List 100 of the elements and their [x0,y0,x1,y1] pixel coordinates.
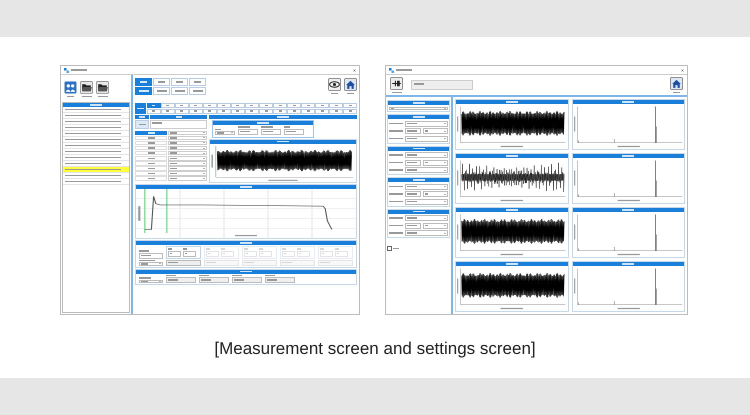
input-field[interactable] [261,128,281,134]
setting-number[interactable] [273,108,287,114]
caption: [Measurement screen and settings screen] [214,339,536,359]
dropdown[interactable] [423,222,448,228]
dropdown[interactable] [405,152,448,158]
setting-number[interactable] [287,103,301,108]
file-row[interactable] [63,167,129,173]
setting-number[interactable] [301,108,315,114]
dropdown[interactable] [405,230,448,236]
step-dropdown[interactable] [168,146,207,150]
setting-number[interactable] [161,108,175,114]
dropdown[interactable] [389,106,448,110]
setting-number[interactable] [259,108,273,114]
dropdown[interactable] [423,128,448,134]
step-dropdown[interactable] [168,130,207,136]
input-field[interactable] [405,160,421,166]
dropdown[interactable] [139,262,163,266]
dropdown[interactable] [405,198,448,204]
file-row[interactable] [63,131,129,137]
setting-number[interactable] [315,103,329,108]
step-dropdown[interactable] [168,176,207,181]
step-dropdown[interactable] [168,156,207,161]
toolbar-button[interactable] [390,77,403,93]
file-row[interactable] [63,143,129,149]
dropdown[interactable] [405,215,448,221]
step-button[interactable] [135,130,167,136]
setting-number[interactable] [245,103,259,108]
setting-number[interactable] [231,108,245,114]
setting-number[interactable] [203,103,217,108]
panel-header [388,101,449,105]
input-field[interactable] [284,128,304,134]
direction-tab[interactable] [135,87,152,95]
input-field[interactable] [238,128,258,134]
setting-number[interactable] [329,103,343,108]
setting-number[interactable] [287,108,301,114]
file-row[interactable] [63,125,129,131]
close-icon[interactable] [353,68,356,72]
setting-number[interactable] [189,108,203,114]
folder-icon [96,81,109,94]
setting-number[interactable] [329,108,343,114]
file-row[interactable] [63,113,129,119]
setting-number[interactable] [175,108,189,114]
setting-number[interactable] [161,103,175,108]
setting-number[interactable] [217,108,231,114]
file-row[interactable] [63,137,129,143]
input-field[interactable] [168,250,181,256]
direction-tab[interactable] [153,87,170,95]
close-icon[interactable] [681,68,684,72]
setting-number[interactable] [343,108,357,114]
setting-number[interactable] [147,103,161,108]
eye-icon [328,78,341,91]
direction-tab[interactable] [189,87,206,95]
step-dropdown[interactable] [168,161,207,166]
file-row[interactable] [63,155,129,161]
dropdown[interactable] [423,191,448,197]
setting-number[interactable] [203,108,217,114]
dropdown[interactable] [215,131,235,134]
toolbar-button[interactable] [328,78,341,94]
step-dropdown[interactable] [168,171,207,176]
file-row[interactable] [63,119,129,125]
dropdown[interactable] [405,136,448,142]
checkbox[interactable] [387,246,392,251]
setting-number[interactable] [343,103,357,108]
toolbar-button[interactable] [80,81,93,97]
input-field[interactable] [139,252,163,258]
result-field [232,277,262,283]
file-row[interactable] [63,149,129,155]
toolbar-button[interactable] [96,81,109,97]
setting-number[interactable] [273,103,287,108]
setting-number[interactable] [217,103,231,108]
file-row[interactable] [63,173,129,179]
dropdown[interactable] [405,167,448,173]
setting-number[interactable] [175,103,189,108]
result-field [265,277,295,283]
dropdown[interactable] [405,120,448,126]
step-dropdown[interactable] [168,166,207,171]
setting-number[interactable] [147,108,161,114]
dropdown[interactable] [139,280,163,283]
setting-number[interactable] [231,103,245,108]
setting-number[interactable] [245,108,259,114]
step-dropdown[interactable] [168,136,207,140]
input-field[interactable] [405,128,421,134]
input-field[interactable] [183,250,196,256]
toolbar-button[interactable] [344,78,357,94]
enable-button[interactable] [135,120,149,129]
dropdown[interactable] [423,160,448,166]
step-dropdown[interactable] [168,150,207,156]
input-field[interactable] [405,222,421,228]
toolbar-button[interactable] [670,77,683,93]
step-dropdown[interactable] [168,140,207,146]
label-field[interactable] [150,120,207,129]
setting-number[interactable] [259,103,273,108]
file-row[interactable] [63,179,129,185]
setting-number[interactable] [189,103,203,108]
setting-number[interactable] [301,103,315,108]
input-field[interactable] [405,191,421,197]
file-row[interactable] [63,107,129,113]
setting-number[interactable] [315,108,329,114]
dropdown[interactable] [405,184,448,190]
direction-tab[interactable] [171,87,188,95]
